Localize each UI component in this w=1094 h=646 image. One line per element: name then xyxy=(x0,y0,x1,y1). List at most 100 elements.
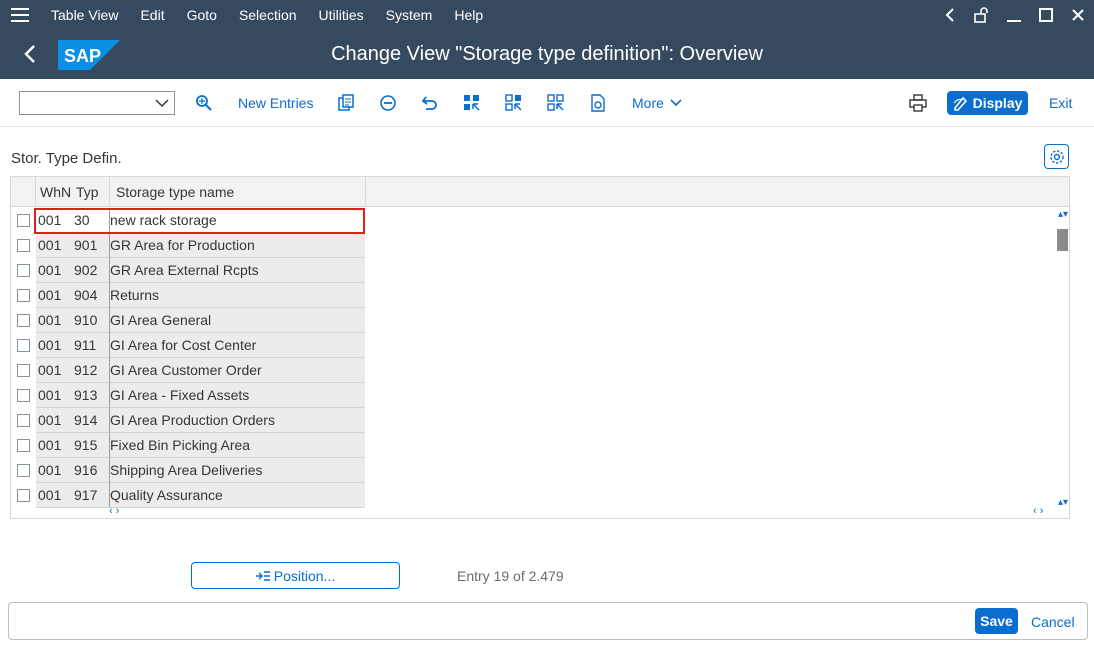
delete-icon[interactable] xyxy=(378,93,398,113)
display-toggle-icon xyxy=(953,96,967,111)
cell-name-input[interactable]: GI Area General xyxy=(109,308,365,333)
cell-name-input[interactable]: Quality Assurance xyxy=(109,483,365,508)
menu-help[interactable]: Help xyxy=(443,0,494,30)
page-title: Change View "Storage type definition": O… xyxy=(331,43,763,65)
undo-icon[interactable] xyxy=(420,93,440,113)
table-row[interactable]: 001 917 Quality Assurance xyxy=(11,483,1057,508)
table-row[interactable]: 001 904 Returns xyxy=(11,283,1057,308)
cell-name-input[interactable]: new rack storage xyxy=(109,208,365,233)
menu-utilities[interactable]: Utilities xyxy=(308,0,375,30)
table-row[interactable]: 001 916 Shipping Area Deliveries xyxy=(11,458,1057,483)
cell-name-input[interactable]: Fixed Bin Picking Area xyxy=(109,433,365,458)
cell-typ: 913 xyxy=(74,383,109,408)
table-row[interactable]: 001 912 GI Area Customer Order xyxy=(11,358,1057,383)
row-checkbox[interactable] xyxy=(17,339,30,352)
minimize-icon[interactable] xyxy=(998,0,1030,30)
menu-goto[interactable]: Goto xyxy=(176,0,228,30)
command-field[interactable] xyxy=(19,91,175,115)
toolbar: New Entries More Display Exit xyxy=(0,79,1094,127)
menu-system[interactable]: System xyxy=(375,0,444,30)
row-checkbox[interactable] xyxy=(17,264,30,277)
scroll-up-icon[interactable]: ▴▾ xyxy=(1058,209,1068,220)
table-row[interactable]: 001 902 GR Area External Rcpts xyxy=(11,258,1057,283)
row-checkbox[interactable] xyxy=(17,314,30,327)
cell-whn: 001 xyxy=(36,333,74,358)
cell-name-input[interactable]: GR Area for Production xyxy=(109,233,365,258)
display-label: Display xyxy=(972,95,1023,111)
exit-button[interactable]: Exit xyxy=(1049,79,1072,127)
table-row[interactable]: 001 901 GR Area for Production xyxy=(11,233,1057,258)
row-checkbox[interactable] xyxy=(17,289,30,302)
table-row[interactable]: 001 910 GI Area General xyxy=(11,308,1057,333)
gear-icon xyxy=(1049,149,1064,164)
print-icon[interactable] xyxy=(908,93,928,113)
row-checkbox[interactable] xyxy=(17,489,30,502)
hamburger-menu-icon[interactable] xyxy=(0,0,40,30)
column-divider xyxy=(365,177,366,207)
cell-whn: 001 xyxy=(36,258,74,283)
cell-name-input[interactable]: Returns xyxy=(109,283,365,308)
select-all-icon[interactable] xyxy=(462,93,482,113)
cell-name-input[interactable]: GI Area Customer Order xyxy=(109,358,365,383)
cell-name-input[interactable]: GI Area for Cost Center xyxy=(109,333,365,358)
window-controls xyxy=(934,0,1094,30)
col-header-name[interactable]: Storage type name xyxy=(116,177,234,207)
scroll-down-icon[interactable]: ▴▾ xyxy=(1058,497,1068,508)
menu-items: Table View Edit Goto Selection Utilities… xyxy=(40,0,494,30)
position-icon xyxy=(255,570,270,581)
table-settings-button[interactable] xyxy=(1044,144,1069,169)
unlock-icon[interactable] xyxy=(966,0,998,30)
cell-typ: 911 xyxy=(74,333,109,358)
row-checkbox[interactable] xyxy=(17,414,30,427)
entry-counter: Entry 19 of 2.479 xyxy=(457,568,564,584)
position-button[interactable]: Position... xyxy=(191,562,400,589)
maximize-icon[interactable] xyxy=(1030,0,1062,30)
cell-name-input[interactable]: GR Area External Rcpts xyxy=(109,258,365,283)
chevron-down-icon xyxy=(670,99,682,107)
deselect-all-icon[interactable] xyxy=(546,93,566,113)
chevron-down-icon[interactable] xyxy=(154,95,170,111)
col-header-whn[interactable]: WhN xyxy=(40,177,71,207)
section-title: Stor. Type Defin. xyxy=(11,150,122,167)
cell-typ: 904 xyxy=(74,283,109,308)
scroll-left-right-icon[interactable]: ‹ › xyxy=(1033,505,1043,517)
cell-whn: 001 xyxy=(36,283,74,308)
new-entries-button[interactable]: New Entries xyxy=(238,79,313,127)
menu-table-view[interactable]: Table View xyxy=(40,0,129,30)
row-checkbox[interactable] xyxy=(17,364,30,377)
title-bar: SAP Change View "Storage type definition… xyxy=(0,30,1094,79)
col-header-typ[interactable]: Typ xyxy=(76,177,99,207)
row-checkbox[interactable] xyxy=(17,439,30,452)
copy-icon[interactable] xyxy=(336,93,356,113)
position-label: Position... xyxy=(273,567,336,584)
menu-edit[interactable]: Edit xyxy=(129,0,175,30)
select-block-icon[interactable] xyxy=(504,93,524,113)
table-row[interactable]: 001 914 GI Area Production Orders xyxy=(11,408,1057,433)
display-button[interactable]: Display xyxy=(947,91,1028,115)
cell-name-input[interactable]: GI Area Production Orders xyxy=(109,408,365,433)
table-row[interactable]: 001 30 new rack storage xyxy=(11,208,1057,233)
table-row[interactable]: 001 913 GI Area - Fixed Assets xyxy=(11,383,1057,408)
chevron-left-icon[interactable] xyxy=(934,0,966,30)
cancel-button[interactable]: Cancel xyxy=(1031,603,1075,641)
cell-name-input[interactable]: Shipping Area Deliveries xyxy=(109,458,365,483)
search-icon[interactable] xyxy=(194,93,214,113)
vertical-scrollbar[interactable]: ▴▾ ▴▾ xyxy=(1057,207,1069,519)
table-row[interactable]: 001 915 Fixed Bin Picking Area xyxy=(11,433,1057,458)
row-checkbox[interactable] xyxy=(17,239,30,252)
row-checkbox[interactable] xyxy=(17,214,30,227)
settings-doc-icon[interactable] xyxy=(588,93,608,113)
save-button[interactable]: Save xyxy=(975,608,1018,634)
scroll-left-right-icon[interactable]: ‹ › xyxy=(109,505,119,517)
select-all-column[interactable] xyxy=(11,177,36,207)
more-button[interactable]: More xyxy=(632,79,682,127)
close-icon[interactable] xyxy=(1062,0,1094,30)
scrollbar-thumb[interactable] xyxy=(1057,229,1068,251)
cell-whn: 001 xyxy=(36,433,74,458)
row-checkbox[interactable] xyxy=(17,389,30,402)
row-checkbox[interactable] xyxy=(17,464,30,477)
cell-whn: 001 xyxy=(36,458,74,483)
cell-name-input[interactable]: GI Area - Fixed Assets xyxy=(109,383,365,408)
table-row[interactable]: 001 911 GI Area for Cost Center xyxy=(11,333,1057,358)
menu-selection[interactable]: Selection xyxy=(228,0,308,30)
